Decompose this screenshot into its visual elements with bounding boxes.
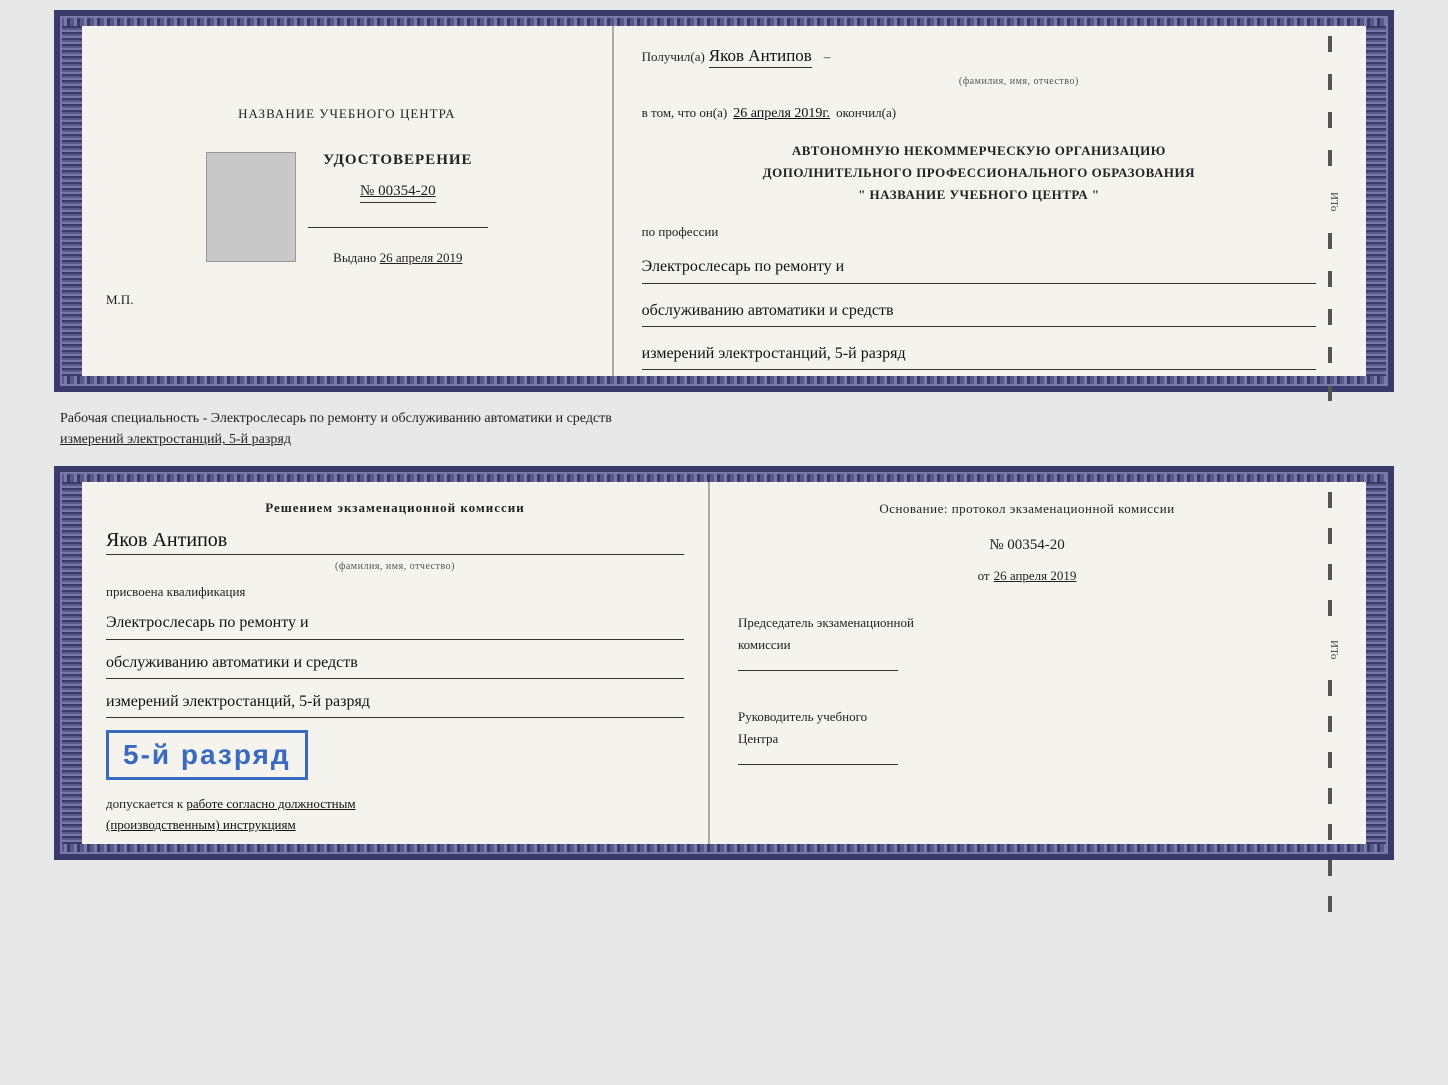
org-line2: ДОПОЛНИТЕЛЬНОГО ПРОФЕССИОНАЛЬНОГО ОБРАЗО… [642, 162, 1316, 184]
ito-mark-bottom: ИТо [1328, 640, 1340, 659]
rank-badge-text: 5-й разряд [123, 739, 291, 770]
org-line1: АВТОНОМНУЮ НЕКОММЕРЧЕСКУЮ ОРГАНИЗАЦИЮ [642, 140, 1316, 162]
photo-placeholder [206, 152, 296, 262]
received-line: Получил(а) Яков Антипов – [642, 46, 1316, 68]
bottom-texture [60, 376, 1388, 386]
completed-date: 26 апреля 2019г. [733, 106, 830, 122]
rank-badge: 5-й разряд [106, 730, 308, 780]
middle-text-block: Рабочая специальность - Электрослесарь п… [54, 404, 1394, 454]
in-that-line: в том, что он(а) 26 апреля 2019г. окончи… [642, 105, 1316, 122]
school-name-left: НАЗВАНИЕ УЧЕБНОГО ЦЕНТРА [238, 104, 455, 124]
middle-line1: Рабочая специальность - Электрослесарь п… [60, 408, 1388, 429]
date-prefix: от [978, 568, 990, 584]
qual-line2: обслуживанию автоматики и средств [106, 648, 684, 679]
bottom-document: Решением экзаменационной комиссии Яков А… [54, 466, 1394, 860]
middle-line2: измерений электростанций, 5-й разряд [60, 429, 1388, 450]
leader-line1: Руководитель учебного [738, 706, 1316, 728]
profession-label-top: по профессии [642, 224, 1316, 240]
profession-line2-top: обслуживанию автоматики и средств [642, 296, 1316, 327]
basis-label: Основание: протокол экзаменационной коми… [738, 498, 1316, 520]
decision-text: Решением экзаменационной комиссии [106, 498, 684, 519]
profession-line1-top: Электрослесарь по ремонту и [642, 252, 1316, 283]
profession-line3-top: измерений электростанций, 5-й разряд [642, 339, 1316, 370]
fio-subtext-bottom: (фамилия, имя, отчество) [106, 561, 684, 572]
fio-subtext-top: (фамилия, имя, отчество) [722, 76, 1316, 87]
person-name-bottom: Яков Антипов [106, 529, 684, 555]
right-decorative-strip [1366, 16, 1388, 386]
top-right-panel: Получил(а) Яков Антипов – (фамилия, имя,… [614, 16, 1366, 386]
in-that-label: в том, что он(а) [642, 105, 728, 121]
issued-date: 26 апреля 2019 [380, 250, 463, 265]
bottom-left-strip [60, 472, 82, 854]
mp-label: М.П. [106, 292, 133, 308]
allowed-block: допускается к работе согласно должностны… [106, 794, 684, 836]
leader-line2: Центра [738, 728, 1316, 750]
org-block: АВТОНОМНУЮ НЕКОММЕРЧЕСКУЮ ОРГАНИЗАЦИЮ ДО… [642, 140, 1316, 206]
center-leader-block: Руководитель учебного Центра [738, 706, 1316, 772]
top-left-panel: НАЗВАНИЕ УЧЕБНОГО ЦЕНТРА УДОСТОВЕРЕНИЕ №… [82, 16, 614, 386]
bottom-right-panel: Основание: протокол экзаменационной коми… [710, 472, 1366, 854]
completed-label: окончил(а) [836, 105, 896, 121]
allowed-label: допускается к [106, 796, 183, 811]
cert-number: № 00354-20 [360, 183, 436, 203]
cert-issued: Выдано 26 апреля 2019 [333, 250, 462, 266]
received-label: Получил(а) [642, 49, 705, 65]
commission-chair-block: Председатель экзаменационной комиссии [738, 612, 1316, 678]
qual-line3: измерений электростанций, 5-й разряд [106, 687, 684, 718]
left-decorative-strip [60, 16, 82, 386]
allowed-handwritten: работе согласно должностным [186, 796, 355, 811]
date-value-bottom: 26 апреля 2019 [994, 568, 1077, 584]
ito-mark-top-right: ИТо [1328, 192, 1340, 211]
chair-signature-line [738, 670, 898, 671]
bottom-left-panel: Решением экзаменационной комиссии Яков А… [82, 472, 710, 854]
chair-line2: комиссии [738, 634, 1316, 656]
top-document: НАЗВАНИЕ УЧЕБНОГО ЦЕНТРА УДОСТОВЕРЕНИЕ №… [54, 10, 1394, 392]
right-decorative-lines: ИТо [1328, 36, 1340, 401]
doc-number-bottom: № 00354-20 [738, 537, 1316, 554]
date-line-bottom: от 26 апреля 2019 [738, 568, 1316, 584]
chair-line1: Председатель экзаменационной [738, 612, 1316, 634]
bottom-right-strip [1366, 472, 1388, 854]
instructions-handwritten: (производственным) инструкциям [106, 817, 296, 832]
bottom-doc-bottom-texture [60, 844, 1388, 854]
qual-line1: Электрослесарь по ремонту и [106, 608, 684, 639]
leader-signature-line [738, 764, 898, 765]
qualification-label: присвоена квалификация [106, 584, 684, 600]
cert-title: УДОСТОВЕРЕНИЕ [323, 152, 473, 169]
org-line3: " НАЗВАНИЕ УЧЕБНОГО ЦЕНТРА " [642, 184, 1316, 206]
person-name-top: Яков Антипов [709, 46, 812, 68]
